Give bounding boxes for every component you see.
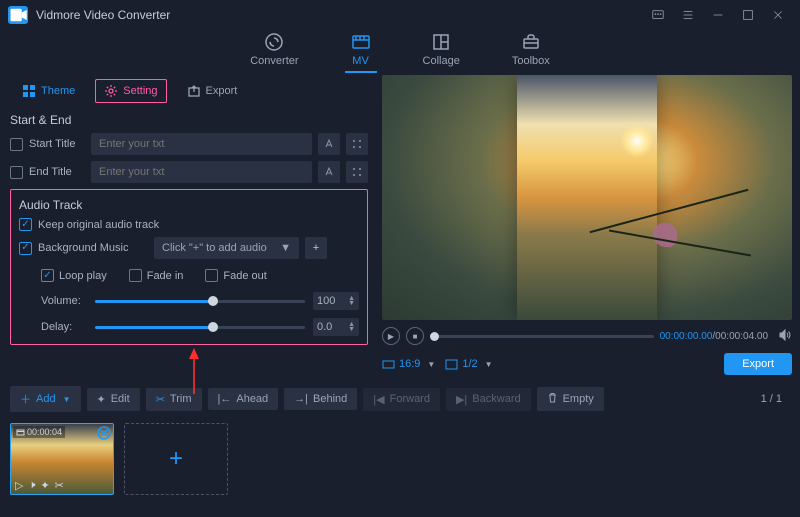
page-indicator: 1 / 1 [761,393,782,405]
mv-icon [351,32,371,52]
delay-spinner[interactable]: 0.0▲▼ [313,318,359,336]
empty-button[interactable]: Empty [537,387,604,411]
end-title-label: End Title [29,166,85,178]
video-preview [382,75,792,320]
tab-converter[interactable]: Converter [244,32,304,73]
trim-button[interactable]: ✂Trim [146,388,202,411]
clip-effect-icon[interactable]: ✦ [40,479,49,492]
delay-label: Delay: [41,321,87,333]
play-button[interactable]: ▶ [382,327,400,345]
start-text-style-button[interactable] [318,133,340,155]
top-tabs: Converter MV Collage Toolbox [0,30,800,75]
volume-spinner[interactable]: 100▲▼ [313,292,359,310]
feedback-button[interactable] [644,1,672,29]
scissors-icon: ✂ [156,393,165,406]
timeline-clip[interactable]: 00:00:04 ▷ 🕨 ✦ ✂ [10,423,114,495]
app-logo [8,6,28,24]
start-end-title: Start & End [10,113,368,127]
clip-timestamp: 00:00:04 [13,426,65,438]
maximize-button[interactable] [734,1,762,29]
aspect-ratio-select[interactable]: 16:9▼ [382,358,435,371]
start-title-input[interactable] [91,133,312,155]
stop-button[interactable]: ■ [406,327,424,345]
clip-mute-icon[interactable]: 🕨 [28,479,35,492]
behind-button[interactable]: →|Behind [284,388,357,410]
start-title-label: Start Title [29,138,85,150]
app-title: Vidmore Video Converter [36,8,642,22]
timeline: 00:00:04 ▷ 🕨 ✦ ✂ + [0,415,800,503]
fade-out-checkbox[interactable] [205,269,218,282]
wand-icon: ✦ [97,393,106,406]
clip-play-icon[interactable]: ▷ [15,479,23,492]
clip-delete-icon[interactable] [97,426,111,440]
bg-music-dropdown[interactable]: Click "+" to add audio ▼ [154,237,299,259]
close-button[interactable] [764,1,792,29]
loop-play-checkbox[interactable] [41,269,54,282]
subtab-setting[interactable]: Setting [95,79,166,103]
bottom-toolbar: ＋Add▼ ✦Edit ✂Trim |←Ahead →|Behind |◀For… [0,383,800,415]
toolbox-icon [521,32,541,52]
end-title-input[interactable] [91,161,312,183]
settings-panel: Theme Setting Export Start & End Start T… [0,75,378,375]
volume-icon[interactable] [778,328,792,345]
add-audio-button[interactable]: + [305,237,327,259]
zoom-select[interactable]: 1/2▼ [445,358,492,371]
minimize-button[interactable] [704,1,732,29]
trash-icon [547,392,558,406]
tab-toolbox[interactable]: Toolbox [506,32,556,73]
seek-bar[interactable] [430,335,654,338]
fade-in-checkbox[interactable] [129,269,142,282]
delay-slider[interactable] [95,320,305,334]
time-display: 00:00:00.00/00:00:04.00 [660,331,768,342]
start-title-checkbox[interactable] [10,138,23,151]
audio-track-section: Audio Track Keep original audio track Ba… [10,189,368,345]
keep-original-label: Keep original audio track [38,219,159,231]
edit-button[interactable]: ✦Edit [87,388,140,411]
collage-icon [431,32,451,52]
subtab-theme[interactable]: Theme [14,80,83,102]
chevron-down-icon: ▼ [280,242,291,254]
volume-label: Volume: [41,295,87,307]
volume-slider[interactable] [95,294,305,308]
converter-icon [264,32,284,52]
end-text-style-button[interactable] [318,161,340,183]
ahead-button[interactable]: |←Ahead [208,388,279,410]
menu-button[interactable] [674,1,702,29]
bg-music-checkbox[interactable] [19,242,32,255]
end-text-grid-button[interactable] [346,161,368,183]
subtab-export[interactable]: Export [179,80,246,102]
forward-button[interactable]: |◀Forward [363,388,440,411]
add-button[interactable]: ＋Add▼ [10,386,81,412]
bg-music-label: Background Music [38,242,148,254]
start-text-grid-button[interactable] [346,133,368,155]
backward-button[interactable]: ▶|Backward [446,388,531,411]
tab-mv[interactable]: MV [345,32,377,73]
clip-trim-icon[interactable]: ✂ [55,479,64,492]
add-clip-button[interactable]: + [124,423,228,495]
audio-track-title: Audio Track [19,198,359,212]
tab-collage[interactable]: Collage [417,32,466,73]
export-button[interactable]: Export [724,353,792,375]
titlebar: Vidmore Video Converter [0,0,800,30]
keep-original-checkbox[interactable] [19,218,32,231]
end-title-checkbox[interactable] [10,166,23,179]
